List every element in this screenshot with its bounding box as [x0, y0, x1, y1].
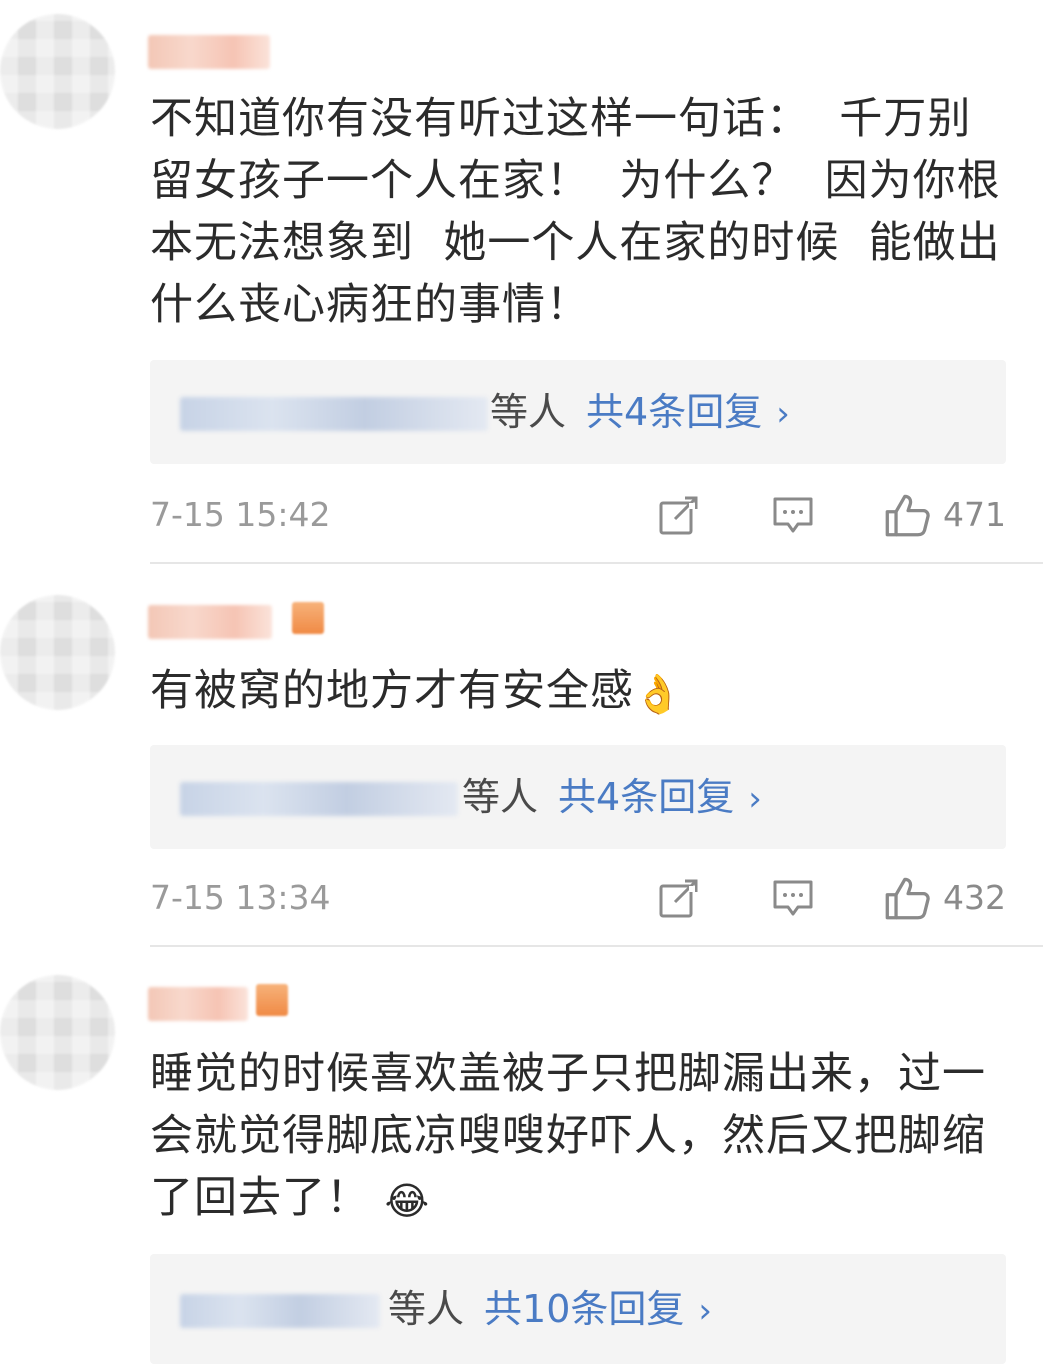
username-blurred[interactable]: [148, 987, 248, 1021]
like-icon[interactable]: [884, 875, 930, 921]
chevron-right-icon: ›: [776, 394, 790, 434]
chevron-right-icon: ›: [748, 779, 762, 819]
reply-tail-text: 等人: [388, 1287, 465, 1331]
reply-usernames-blurred: [180, 782, 458, 816]
reply-tail-text: 等人: [490, 390, 567, 434]
comment-icon[interactable]: [772, 877, 814, 919]
reply-count-link[interactable]: 共10条回复: [484, 1287, 684, 1331]
comment-meta: 7-15 13:34 432: [150, 873, 1006, 923]
reply-summary: 等人 共4条回复 ›: [490, 360, 790, 464]
reply-summary: 等人 共10条回复 ›: [388, 1254, 712, 1364]
reply-count-link[interactable]: 共4条回复: [558, 775, 734, 819]
timestamp: 7-15 13:34: [150, 878, 331, 917]
reply-count-link[interactable]: 共4条回复: [586, 390, 762, 434]
share-icon[interactable]: [658, 494, 700, 536]
comment-text-body: 睡觉的时候喜欢盖被子只把脚漏出来，过一会就觉得脚底凉嗖嗖好吓人，然后又把脚缩了回…: [150, 1049, 986, 1223]
divider: [150, 562, 1043, 564]
chevron-right-icon: ›: [698, 1291, 712, 1331]
reply-tail-text: 等人: [462, 775, 539, 819]
comment-text-body: 有被窝的地方才有安全感: [150, 666, 634, 716]
avatar[interactable]: [0, 595, 115, 710]
laughing-tears-emoji: 😂: [384, 1178, 431, 1223]
user-badge-icon: [256, 984, 288, 1016]
reply-preview[interactable]: 等人 共4条回复 ›: [150, 360, 1006, 464]
reply-preview[interactable]: 等人 共4条回复 ›: [150, 745, 1006, 849]
username-blurred[interactable]: [148, 605, 272, 639]
comment-text: 有被窝的地方才有安全感👌: [150, 660, 1010, 722]
comment-text: 不知道你有没有听过这样一句话： 千万别留女孩子一个人在家！ 为什么？ 因为你根本…: [150, 94, 1001, 330]
avatar[interactable]: [0, 975, 115, 1090]
like-count: 432: [943, 878, 1006, 917]
username-blurred[interactable]: [148, 35, 270, 69]
comment-meta: 7-15 15:42 471: [150, 490, 1006, 540]
like-icon[interactable]: [884, 492, 930, 538]
reply-usernames-blurred: [180, 1294, 380, 1328]
divider: [150, 945, 1043, 947]
avatar[interactable]: [0, 14, 115, 129]
reply-preview[interactable]: 等人 共10条回复 ›: [150, 1254, 1006, 1364]
share-icon[interactable]: [658, 877, 700, 919]
user-badge-icon: [292, 602, 324, 634]
timestamp: 7-15 15:42: [150, 495, 331, 534]
comment-icon[interactable]: [772, 494, 814, 536]
reply-usernames-blurred: [180, 397, 488, 431]
comment-text: 睡觉的时候喜欢盖被子只把脚漏出来，过一会就觉得脚底凉嗖嗖好吓人，然后又把脚缩了回…: [150, 1043, 1010, 1229]
ok-hand-emoji: 👌: [634, 671, 683, 716]
reply-summary: 等人 共4条回复 ›: [462, 745, 762, 849]
like-count: 471: [943, 495, 1006, 534]
